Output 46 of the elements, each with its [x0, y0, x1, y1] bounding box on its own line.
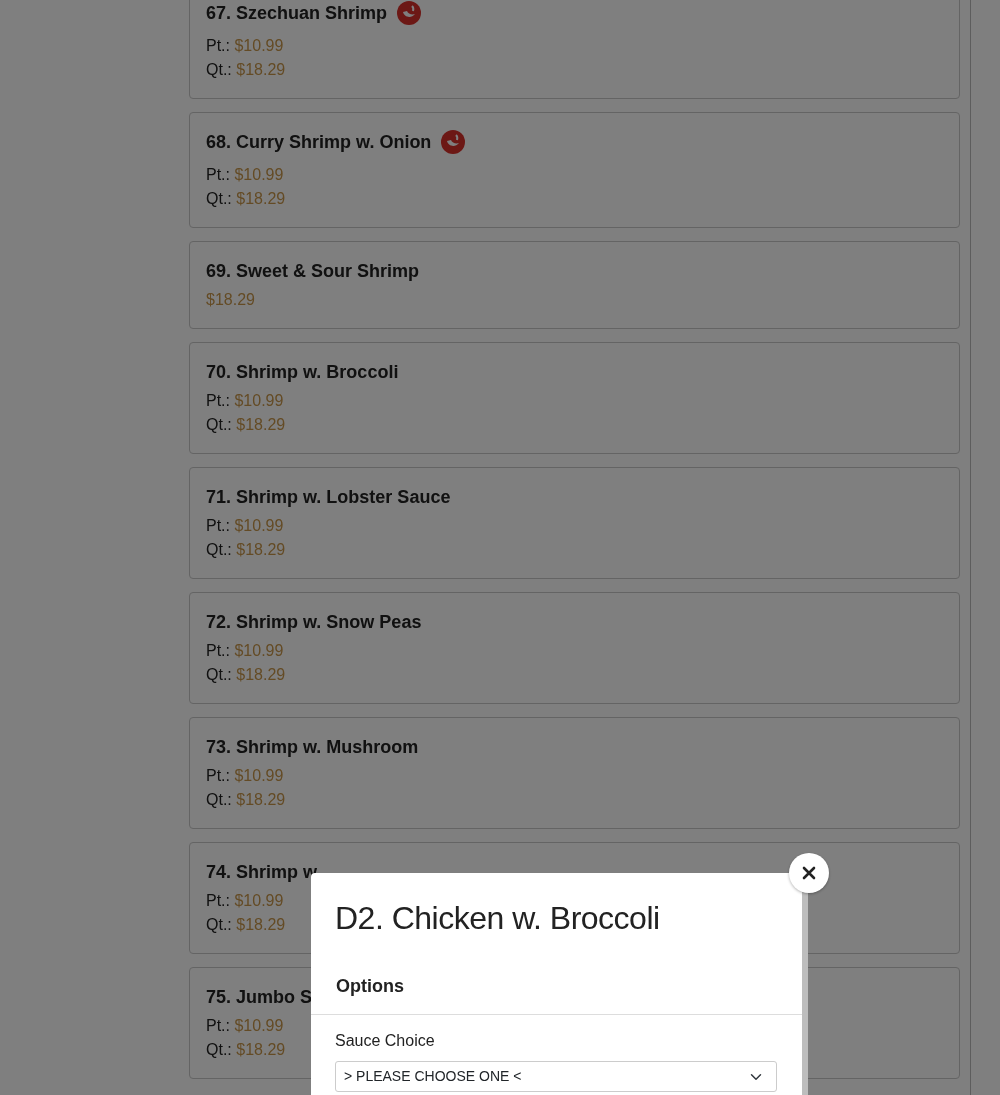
price-label: Pt.:	[206, 767, 230, 784]
price-label: Qt.:	[206, 190, 232, 207]
item-title: 67. Szechuan Shrimp	[206, 2, 388, 25]
price: $18.29	[206, 291, 255, 308]
price-label: Pt.:	[206, 392, 230, 409]
item-title: 68. Curry Shrimp w. Onion	[206, 131, 432, 154]
price: $18.29	[236, 916, 286, 933]
item-title: 70. Shrimp w. Broccoli	[206, 361, 399, 384]
section-heading: Options	[335, 975, 405, 999]
price-label: Pt.:	[206, 642, 230, 659]
price: $18.29	[236, 541, 286, 558]
price-label: Pt.:	[206, 517, 230, 534]
price: $10.99	[234, 1017, 284, 1034]
item-title: 69. Sweet & Sour Shrimp	[206, 260, 420, 283]
price-label: Pt.:	[206, 37, 230, 54]
price-label: Qt.:	[206, 416, 232, 433]
item-title: 72. Shrimp w. Snow Peas	[206, 611, 422, 634]
price-label: Qt.:	[206, 541, 232, 558]
price: $18.29	[236, 1041, 286, 1058]
price-label: Qt.:	[206, 791, 232, 808]
price-label: Qt.:	[206, 916, 232, 933]
close-icon	[802, 866, 816, 880]
price: $10.99	[234, 166, 284, 183]
modal-title: D2. Chicken w. Broccoli	[334, 899, 661, 938]
price: $18.29	[236, 666, 286, 683]
price: $18.29	[236, 791, 286, 808]
price-label: Qt.:	[206, 61, 232, 78]
price: $18.29	[236, 190, 286, 207]
item-title: 75. Jumbo S	[206, 986, 313, 1009]
price: $10.99	[234, 892, 284, 909]
price-label: Qt.:	[206, 666, 232, 683]
sauce-select[interactable]: > PLEASE CHOOSE ONE <	[335, 1061, 777, 1093]
price: $10.99	[234, 37, 284, 54]
price-label: Pt.:	[206, 1017, 230, 1034]
price: $10.99	[234, 767, 284, 784]
price-label: Pt.:	[206, 892, 230, 909]
price: $10.99	[234, 392, 284, 409]
field-label: Sauce Choice	[334, 1031, 436, 1052]
price: $18.29	[236, 416, 286, 433]
price: $18.29	[236, 61, 286, 78]
price: $10.99	[234, 517, 284, 534]
item-title: 73. Shrimp w. Mushroom	[206, 736, 419, 759]
price-label: Qt.:	[206, 1041, 232, 1058]
price-label: Pt.:	[206, 166, 230, 183]
price: $10.99	[234, 642, 284, 659]
item-title: 71. Shrimp w. Lobster Sauce	[206, 486, 451, 509]
